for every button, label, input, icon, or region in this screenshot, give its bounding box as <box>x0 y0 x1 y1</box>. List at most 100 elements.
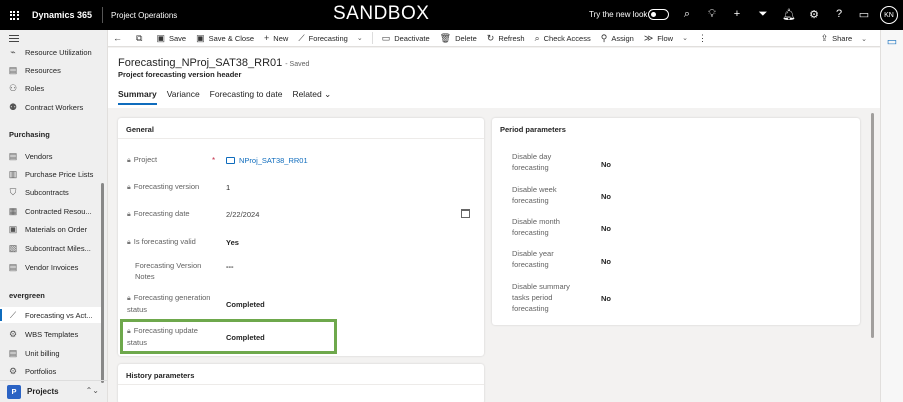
section-title: General <box>126 125 154 134</box>
subcontracts-icon: ⛉ <box>9 186 17 197</box>
nav-item-label: Subcontract Miles... <box>25 243 91 253</box>
nav-item-purchase-price-lists[interactable]: ▥ Purchase Price Lists <box>0 166 104 182</box>
copilot-icon[interactable]: ▭ <box>885 34 899 48</box>
search-icon[interactable]: ⌕ <box>680 7 694 21</box>
flow-label: Flow <box>657 33 674 43</box>
app-launcher-icon[interactable] <box>0 0 28 30</box>
nav-item-vendor-invoices[interactable]: ▤ Vendor Invoices <box>0 259 104 275</box>
nav-item-label: Resources <box>25 65 61 75</box>
trash-icon: 🗑︎ <box>439 32 452 43</box>
delete-button[interactable]: 🗑︎ Delete <box>435 30 482 47</box>
avatar[interactable]: KN <box>880 6 898 24</box>
save-close-icon: ▣ <box>196 32 205 43</box>
project-value: NProj_SAT38_RR01 <box>239 156 308 165</box>
forecasting-label: Forecasting <box>308 33 348 43</box>
roles-icon: ⚇ <box>8 82 18 93</box>
disable-day-forecasting-value: No <box>601 160 611 169</box>
nav-item-contracted-resources[interactable]: ▦ Contracted Resou... <box>0 203 104 219</box>
forecasting-version-notes-value[interactable]: --- <box>226 262 234 271</box>
back-button[interactable]: ← <box>108 30 131 47</box>
nav-item-resources[interactable]: ▤ Resources <box>0 62 104 78</box>
check-access-button[interactable]: ⌕ Check Access <box>530 30 596 47</box>
project-lookup-link[interactable]: NProj_SAT38_RR01 <box>226 156 308 165</box>
flow-button[interactable]: ≫ Flow ⌄ <box>639 30 693 47</box>
more-vertical-icon: ⋮ <box>697 32 707 43</box>
nav-item-contract-workers[interactable]: ⚉ Contract Workers <box>0 99 104 115</box>
popout-icon: ⧉ <box>136 32 143 43</box>
tab-summary[interactable]: Summary <box>118 89 157 105</box>
area-badge: P <box>7 384 21 399</box>
nav-item-label: Unit billing <box>25 348 60 358</box>
chevron-updown-icon: ⌃⌄ <box>85 386 99 395</box>
tab-variance[interactable]: Variance <box>167 89 200 105</box>
lightbulb-icon[interactable]: 💡︎ <box>705 7 719 21</box>
nav-item-label: Subcontracts <box>25 187 69 197</box>
nav-item-roles[interactable]: ⚇ Roles <box>0 80 104 96</box>
nav-item-subcontract-milestones[interactable]: ▧ Subcontract Miles... <box>0 240 104 256</box>
field-label-disable-summary-tasks-period-forecasting: Disable summary tasks period forecasting <box>512 282 570 313</box>
nav-scrollbar[interactable] <box>101 183 104 383</box>
refresh-button[interactable]: ↻ Refresh <box>482 30 530 47</box>
new-button[interactable]: + New <box>259 30 293 47</box>
save-close-label: Save & Close <box>208 33 255 43</box>
deactivate-icon: ▭ <box>381 32 391 43</box>
plus-icon[interactable]: + <box>730 7 744 21</box>
disable-month-forecasting-value: No <box>601 224 611 233</box>
popout-button[interactable]: ⧉ <box>131 30 151 47</box>
nav-item-portfolios[interactable]: ⚙ Portfolios <box>0 363 104 379</box>
vendor-invoices-icon: ▤ <box>8 261 18 272</box>
share-icon: ⇪ <box>820 33 829 43</box>
field-label-text: Forecasting generation status <box>127 293 211 314</box>
materials-icon: ▣ <box>8 223 18 234</box>
new-look-toggle[interactable] <box>648 9 669 20</box>
project-record-icon <box>226 157 235 164</box>
save-close-button[interactable]: ▣ Save & Close <box>191 30 259 47</box>
app-module[interactable]: Project Operations <box>103 11 177 20</box>
chevron-down-icon: ⌄ <box>861 35 867 43</box>
hamburger-icon[interactable] <box>9 35 19 44</box>
nav-item-forecasting-vs-actuals[interactable]: ⟋ Forecasting vs Act... <box>0 307 104 323</box>
divider <box>118 384 484 385</box>
field-label-text: Forecasting date <box>133 209 190 218</box>
back-arrow-icon: ← <box>113 33 122 43</box>
share-button[interactable]: ⇪ Share ⌄ <box>816 30 872 47</box>
form-header: Forecasting_NProj_SAT38_RR01- Saved Proj… <box>108 48 880 108</box>
form-scrollbar[interactable] <box>871 113 874 338</box>
nav-item-label: Roles <box>25 83 45 93</box>
nav-item-label: Resource Utilization <box>25 47 92 57</box>
side-pane-rail: ▭ <box>880 30 903 402</box>
deactivate-button[interactable]: ▭ Deactivate <box>377 30 435 47</box>
chevron-down-icon: ⌄ <box>682 35 688 42</box>
help-icon[interactable]: ? <box>832 7 846 21</box>
tab-forecasting-to-date[interactable]: Forecasting to date <box>210 89 283 105</box>
field-label-text: Project <box>133 155 158 164</box>
environment-label: SANDBOX <box>333 3 430 24</box>
nav-item-unit-billing[interactable]: ▤ Unit billing <box>0 345 104 361</box>
nav-item-vendors[interactable]: ▤ Vendors <box>0 148 104 164</box>
assign-label: Assign <box>611 33 634 43</box>
save-label: Save <box>168 33 187 43</box>
tab-related[interactable]: Related ⌄ <box>292 89 331 105</box>
portfolios-icon: ⚙ <box>8 365 18 376</box>
save-button[interactable]: ▣ Save <box>151 30 191 47</box>
chat-icon[interactable]: ▭ <box>857 7 871 21</box>
app-name[interactable]: Dynamics 365 <box>28 10 102 20</box>
bell-icon[interactable]: 🔔︎ <box>782 7 796 21</box>
divider <box>371 32 373 44</box>
gear-icon[interactable]: ⚙ <box>807 7 821 21</box>
wbs-templates-icon: ⚙ <box>8 328 18 339</box>
nav-item-wbs-templates[interactable]: ⚙ WBS Templates <box>0 326 104 342</box>
forecasting-button[interactable]: ⟋ Forecasting ⌄ <box>293 30 367 47</box>
nav-item-subcontracts[interactable]: ⛉ Subcontracts <box>0 184 104 200</box>
check-access-label: Check Access <box>543 33 591 43</box>
nav-item-resource-utilization[interactable]: ⌁ Resource Utilization <box>0 44 104 60</box>
unit-billing-icon: ▤ <box>8 347 18 358</box>
filter-icon[interactable]: ⏷ <box>756 7 770 21</box>
refresh-label: Refresh <box>498 33 525 43</box>
assign-button[interactable]: ⚲ Assign <box>596 30 639 47</box>
more-commands-button[interactable]: ⋮ <box>693 30 716 47</box>
area-switcher[interactable]: P Projects ⌃⌄ <box>0 380 108 402</box>
calendar-icon[interactable] <box>461 209 470 218</box>
vendors-icon: ▤ <box>8 150 18 161</box>
nav-item-materials-on-order[interactable]: ▣ Materials on Order <box>0 221 104 237</box>
